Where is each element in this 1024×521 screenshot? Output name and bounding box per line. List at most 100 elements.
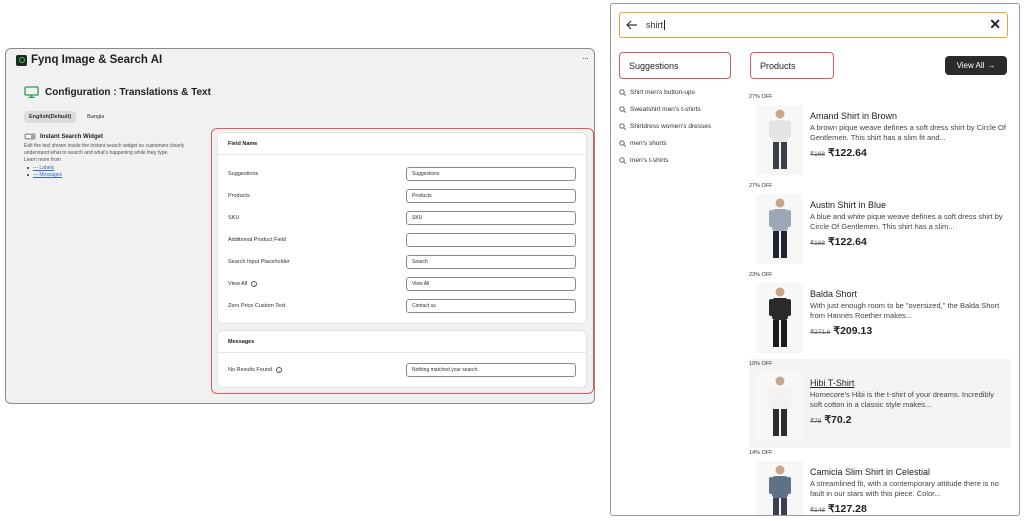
product-name[interactable]: Balda Short <box>810 288 1008 300</box>
product-name[interactable]: Amand Shirt in Brown <box>810 110 1008 122</box>
products-input[interactable]: Products <box>406 189 576 203</box>
field-row-products: Products Products <box>228 189 578 203</box>
model-figure <box>768 376 791 436</box>
view-all-label: View All <box>956 61 985 70</box>
widget-title: Instant Search Widget <box>40 133 103 140</box>
search-icon <box>619 123 626 130</box>
product-name[interactable]: Hibi T-Shirt <box>810 377 1008 389</box>
product-description: A brown pique weave defines a soft dress… <box>810 123 1006 142</box>
no-results-input[interactable]: Nothing matched your search. <box>406 363 576 377</box>
product-image[interactable] <box>756 194 803 264</box>
search-icon <box>619 157 626 164</box>
sale-price: ₹122.64 <box>827 236 867 248</box>
view-all-label: View All <box>228 281 248 287</box>
suggestion-item[interactable]: men's shorts <box>619 135 749 152</box>
search-icon <box>619 140 626 147</box>
learn-more-text: Learn more from <box>24 157 61 163</box>
tab-bangla[interactable]: Bangla <box>82 111 109 123</box>
product-info: Balda Short With just enough room to be "… <box>810 288 1008 337</box>
field-label: Products <box>228 193 250 199</box>
field-label: Search Input Placeholder <box>228 259 290 265</box>
translation-config-area: Field Name Suggestions Suggestions Produ… <box>211 128 594 394</box>
product-name[interactable]: Camicia Slim Shirt in Celestial <box>810 466 1008 478</box>
search-input[interactable]: shirt <box>646 20 666 31</box>
product-price: ₹168 ₹122.64 <box>810 236 1008 248</box>
messages-card: Messages No Results Found i Nothing matc… <box>218 331 586 387</box>
language-tabs: English(Default) Bangla <box>24 111 109 123</box>
sku-input[interactable]: SKU <box>406 211 576 225</box>
search-icon <box>619 106 626 113</box>
original-price: ₹271.6 <box>810 329 831 336</box>
discount-badge: 14% OFF <box>749 450 773 456</box>
product-item[interactable]: 27% OFF Amand Shirt in Brown A brown pique… <box>749 92 1011 181</box>
labels-link[interactable]: — Labels <box>33 165 54 171</box>
list-item: — Labels <box>24 165 204 172</box>
search-icon <box>619 89 626 96</box>
product-name[interactable]: Austin Shirt in Blue <box>810 199 1008 211</box>
tab-english[interactable]: English(Default) <box>24 111 77 123</box>
field-name-header: Field Name <box>218 133 586 155</box>
messages-link[interactable]: — Messages <box>33 172 62 178</box>
suggestion-item[interactable]: Sweatshirt men's t-shirts <box>619 101 749 118</box>
field-label: SKU <box>228 215 240 221</box>
more-options-icon[interactable]: ··· <box>582 53 589 63</box>
suggestion-item[interactable]: Shirtdress women's dresses <box>619 118 749 135</box>
product-price: ₹271.6 ₹209.13 <box>810 325 1008 337</box>
product-image[interactable] <box>756 372 803 442</box>
sale-price: ₹127.28 <box>827 503 867 515</box>
product-image[interactable] <box>756 283 803 353</box>
discount-badge: 27% OFF <box>749 183 773 189</box>
product-item[interactable]: 10% OFF Hibi T-Shirt Homecore's Hibi is th… <box>749 359 1011 448</box>
additional-product-field-input[interactable] <box>406 233 576 247</box>
product-description: With just enough room to be "oversized,"… <box>810 301 1000 320</box>
app-title: Fynq Image & Search AI <box>31 54 163 66</box>
zero-price-input[interactable]: Contact us <box>406 299 576 313</box>
suggestion-text: Shirtdress women's dresses <box>630 123 712 130</box>
view-all-input[interactable]: View All <box>406 277 576 291</box>
field-row-sku: SKU SKU <box>228 211 578 225</box>
suggestion-item[interactable]: men's t-shirts <box>619 152 749 169</box>
product-item[interactable]: 14% OFF Camicia Slim Shirt in Celestial A … <box>749 448 1011 515</box>
model-figure <box>768 287 791 347</box>
suggestions-heading: Suggestions <box>619 52 731 79</box>
info-icon[interactable]: i <box>276 367 283 373</box>
product-price: ₹148 ₹127.28 <box>810 503 1008 515</box>
product-item[interactable]: 27% OFF Austin Shirt in Blue A blue and wh… <box>749 181 1011 270</box>
sale-price: ₹209.13 <box>833 325 873 337</box>
product-info: Amand Shirt in Brown A brown pique weave … <box>810 110 1008 159</box>
product-image[interactable] <box>756 105 803 175</box>
no-results-label: No Results Found <box>228 367 273 373</box>
close-icon[interactable]: ✕ <box>989 17 1001 31</box>
monitor-icon <box>24 86 39 98</box>
suggestion-text: men's t-shirts <box>630 157 669 164</box>
product-price: ₹78 ₹70.2 <box>810 414 1008 426</box>
info-icon[interactable]: i <box>251 281 258 287</box>
product-info: Austin Shirt in Blue A blue and white piq… <box>810 199 1008 248</box>
admin-titlebar: Fynq Image & Search AI ··· <box>6 49 594 71</box>
product-item[interactable]: 23% OFF Balda Short With just enough room … <box>749 270 1011 359</box>
field-name-card: Field Name Suggestions Suggestions Produ… <box>218 133 586 323</box>
widget-description: Edit the text shown inside the instant s… <box>24 143 185 156</box>
learn-more-links: — Labels — Messages <box>24 165 204 179</box>
view-all-button[interactable]: View All → <box>945 56 1007 75</box>
app-logo-icon <box>16 54 27 66</box>
discount-badge: 27% OFF <box>749 94 773 100</box>
suggestion-item[interactable]: Shirt men's button-ups <box>619 84 749 101</box>
product-info: Camicia Slim Shirt in Celestial A streaml… <box>810 466 1008 515</box>
original-price: ₹148 <box>810 507 825 514</box>
search-placeholder-input[interactable]: Search <box>406 255 576 269</box>
admin-window: Fynq Image & Search AI ··· Configuration… <box>5 48 595 404</box>
sale-price: ₹70.2 <box>824 414 852 426</box>
field-row-no-results: No Results Found i Nothing matched your … <box>228 363 578 377</box>
suggestions-input[interactable]: Suggestions <box>406 167 576 181</box>
search-bar[interactable]: shirt ✕ <box>619 12 1008 38</box>
discount-badge: 23% OFF <box>749 272 773 278</box>
product-image[interactable] <box>756 461 803 515</box>
product-price: ₹168 ₹122.64 <box>810 147 1008 159</box>
field-row-zero-price: Zero Price Custom Text Contact us <box>228 299 578 313</box>
page-heading: Configuration : Translations & Text <box>24 86 211 98</box>
back-arrow-icon[interactable] <box>626 20 638 30</box>
widget-info: Instant Search Widget Edit the text show… <box>24 133 204 179</box>
original-price: ₹168 <box>810 240 825 247</box>
product-description: Homecore's Hibi is the t-shirt of your d… <box>810 390 994 409</box>
